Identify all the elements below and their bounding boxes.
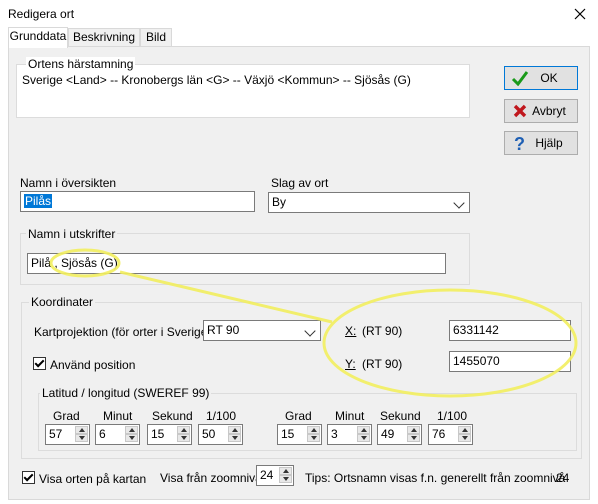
lon-hundredth-stepper[interactable]: 76 xyxy=(428,424,473,445)
chevron-down-icon xyxy=(304,325,316,337)
name-overview-label: Namn i översikten xyxy=(20,176,117,190)
zoom-label: Visa från zoomnivå xyxy=(160,471,262,485)
lon-header-hundredth: 1/100 xyxy=(437,409,468,423)
zoom-tip-value: 24 xyxy=(556,471,570,485)
ok-label: OK xyxy=(540,71,558,85)
title-bar: Redigera ort xyxy=(0,0,598,28)
lon-second-stepper[interactable]: 49 xyxy=(377,424,422,445)
y-input[interactable]: 1455070 xyxy=(449,351,571,372)
zoom-stepper[interactable]: 24 xyxy=(256,465,294,486)
zoom-tip: Tips: Ortsnamn visas f.n. generellt från… xyxy=(305,471,566,485)
origin-value: Sverige <Land> -- Kronobergs län <G> -- … xyxy=(22,73,411,87)
help-label: Hjälp xyxy=(535,136,563,150)
cancel-label: Avbryt xyxy=(532,104,566,118)
lat-header-grad: Grad xyxy=(53,409,80,423)
lat-header-sekund: Sekund xyxy=(152,409,193,423)
cancel-button[interactable]: Avbryt xyxy=(504,99,578,123)
tab-grunddata[interactable]: Grunddata xyxy=(8,27,68,48)
tab-beskrivning[interactable]: Beskrivning xyxy=(68,28,140,47)
ok-button[interactable]: OK xyxy=(504,66,578,90)
y-value: 1455070 xyxy=(453,354,500,368)
check-icon xyxy=(511,71,529,86)
lat-degree-stepper[interactable]: 57 xyxy=(45,424,90,445)
lat-second-stepper[interactable]: 15 xyxy=(147,424,192,445)
coordinates-label: Koordinater xyxy=(29,295,96,309)
show-on-map-checkbox[interactable] xyxy=(22,471,35,484)
lon-header-grad: Grad xyxy=(285,409,312,423)
x-value: 6331142 xyxy=(453,323,499,337)
name-printouts-value: Pilå , Sjösås (G) xyxy=(31,256,118,270)
question-icon: ? xyxy=(514,134,525,152)
lon-header-sekund: Sekund xyxy=(380,409,421,423)
lat-minute-stepper[interactable]: 6 xyxy=(95,424,140,445)
show-on-map-label: Visa orten på kartan xyxy=(39,472,147,486)
close-icon[interactable] xyxy=(568,4,592,24)
lat-header-minut: Minut xyxy=(103,409,133,423)
lat-hundredth-stepper[interactable]: 50 xyxy=(198,424,243,445)
name-printouts-label: Namn i utskrifter xyxy=(26,227,118,241)
projection-label: Kartprojektion (för orter i Sverige) xyxy=(34,325,212,339)
x-unit: (RT 90) xyxy=(362,324,403,338)
x-input[interactable]: 6331142 xyxy=(449,320,571,341)
origin-label: Ortens härstamning xyxy=(26,57,136,71)
use-position-checkbox[interactable] xyxy=(33,357,46,370)
tab-bild[interactable]: Bild xyxy=(140,28,172,47)
projection-value: RT 90 xyxy=(207,323,240,337)
projection-select[interactable]: RT 90 xyxy=(203,320,321,341)
lon-degree-stepper[interactable]: 15 xyxy=(277,424,322,445)
close-icon xyxy=(513,104,527,118)
lat-header-hundredth: 1/100 xyxy=(206,409,237,423)
chevron-down-icon xyxy=(453,197,465,209)
svg-text:?: ? xyxy=(514,134,525,152)
use-position-label: Använd position xyxy=(50,358,136,372)
y-unit: (RT 90) xyxy=(362,357,403,371)
place-type-select[interactable]: By xyxy=(268,192,470,213)
y-label: Y: xyxy=(345,357,356,371)
window-title: Redigera ort xyxy=(8,7,75,21)
lon-header-minut: Minut xyxy=(335,409,365,423)
latlon-label: Latitud / longitud (SWEREF 99) xyxy=(40,386,212,400)
place-type-value: By xyxy=(272,195,287,209)
lon-minute-stepper[interactable]: 3 xyxy=(327,424,372,445)
help-button[interactable]: ? Hjälp xyxy=(504,131,578,155)
name-printouts-input[interactable]: Pilå , Sjösås (G) xyxy=(27,253,446,274)
name-overview-value: Pilås xyxy=(24,194,53,208)
x-label: X: xyxy=(345,324,357,338)
place-type-label: Slag av ort xyxy=(271,176,329,190)
name-overview-input[interactable]: Pilås xyxy=(20,191,255,212)
